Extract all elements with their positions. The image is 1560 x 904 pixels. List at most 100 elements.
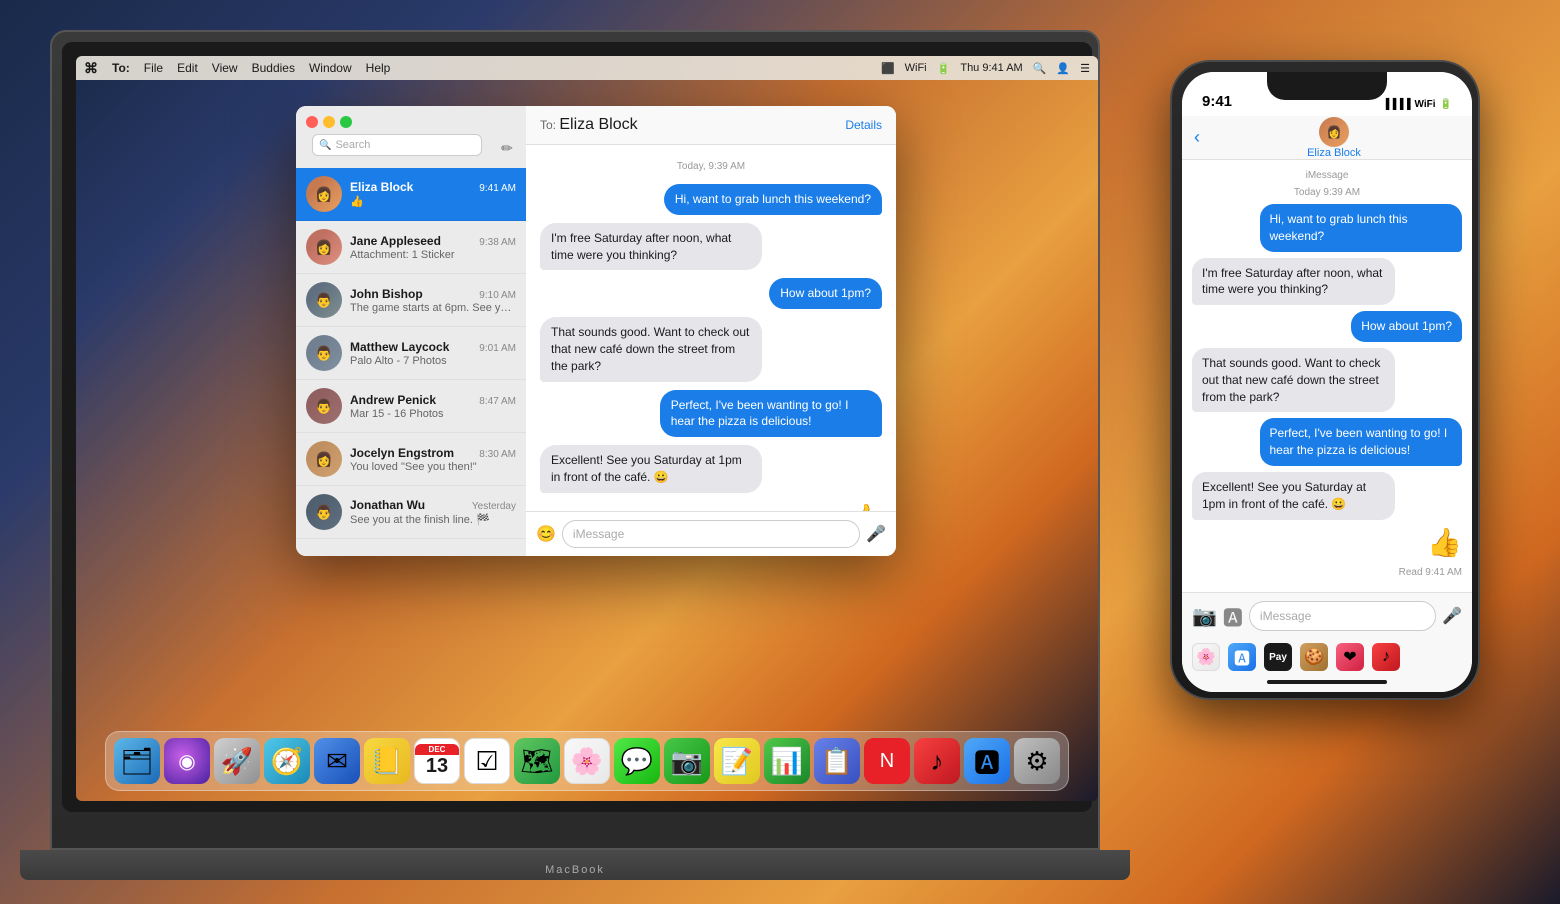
dock-system-preferences[interactable]: ⚙ (1014, 738, 1060, 784)
conv-info-jonathan: Jonathan Wu Yesterday See you at the fin… (350, 498, 516, 526)
iphone-service-label: iMessage (1192, 170, 1462, 181)
dock-news[interactable]: N (864, 738, 910, 784)
menu-bar-left: ⌘ To: File Edit View Buddies Window Help (84, 60, 390, 77)
iphone-back-button[interactable]: ‹ (1194, 127, 1200, 148)
conv-name-matthew: Matthew Laycock (350, 340, 449, 354)
iphone-thumbs-up: 👍 (1192, 526, 1462, 559)
conversation-item-jane[interactable]: 👩 Jane Appleseed 9:38 AM Attachment: 1 S… (296, 221, 526, 274)
avatar-andrew: 👨 (306, 388, 342, 424)
dock-siri[interactable]: ◉ (164, 738, 210, 784)
iphone-music-icon[interactable]: ♪ (1372, 643, 1400, 671)
iphone: 9:41 ▐▐▐▐ WiFi 🔋 ‹ 👩 Eliza Block iMessag… (1170, 60, 1480, 700)
iphone-body: 9:41 ▐▐▐▐ WiFi 🔋 ‹ 👩 Eliza Block iMessag… (1170, 60, 1480, 700)
message-input[interactable]: iMessage (562, 520, 860, 548)
iphone-message-input[interactable]: iMessage (1249, 601, 1436, 631)
iphone-appstore-row-icon[interactable]: 🅰 (1228, 643, 1256, 671)
conversation-item-matthew[interactable]: 👨 Matthew Laycock 9:01 AM Palo Alto - 7 … (296, 327, 526, 380)
iphone-home-indicator (1267, 680, 1387, 684)
details-button[interactable]: Details (845, 118, 882, 132)
iphone-bubble-out-1: Hi, want to grab lunch this weekend? (1260, 204, 1463, 252)
bubble-out-1: Hi, want to grab lunch this weekend? (664, 184, 882, 215)
iphone-input-row: 📷 🅰 iMessage 🎤 (1182, 593, 1472, 639)
emoji-button[interactable]: 😊 (536, 524, 556, 544)
conv-info-andrew: Andrew Penick 8:47 AM Mar 15 - 16 Photos (350, 393, 516, 420)
conv-info-jocelyn: Jocelyn Engstrom 8:30 AM You loved "See … (350, 446, 516, 473)
iphone-battery-icon: 🔋 (1440, 99, 1452, 110)
app-name-menu[interactable]: To: (112, 61, 130, 75)
dock-reminders[interactable]: ☑ (464, 738, 510, 784)
dock-messages[interactable]: 💬 (614, 738, 660, 784)
conv-preview-eliza: 👍 (350, 195, 516, 208)
chat-header: To: Eliza Block Details (526, 106, 896, 145)
dock-facetime[interactable]: 📷 (664, 738, 710, 784)
iphone-msg-4: That sounds good. Want to check out that… (1192, 348, 1462, 412)
conv-time-jocelyn: 8:30 AM (479, 449, 516, 460)
dock-safari[interactable]: 🧭 (264, 738, 310, 784)
dock-music[interactable]: ♪ (914, 738, 960, 784)
conv-preview-andrew: Mar 15 - 16 Photos (350, 408, 516, 420)
conversation-item-jocelyn[interactable]: 👩 Jocelyn Engstrom 8:30 AM You loved "Se… (296, 433, 526, 486)
iphone-camera-icon[interactable]: 📷 (1192, 604, 1217, 629)
iphone-bubble-out-5: Perfect, I've been wanting to go! I hear… (1260, 418, 1463, 466)
dock-photos[interactable]: 🌸 (564, 738, 610, 784)
iphone-read-receipt: Read 9:41 AM (1192, 567, 1462, 578)
macbook: ⌘ To: File Edit View Buddies Window Help… (50, 30, 1100, 880)
iphone-status-icons: ▐▐▐▐ WiFi 🔋 (1382, 99, 1452, 110)
conversation-item-john[interactable]: 👨 John Bishop 9:10 AM The game starts at… (296, 274, 526, 327)
search-menubar-icon[interactable]: 🔍 (1033, 62, 1047, 75)
iphone-appstore-icon[interactable]: 🅰 (1223, 602, 1243, 631)
help-menu[interactable]: Help (366, 61, 391, 75)
buddies-menu[interactable]: Buddies (252, 61, 295, 75)
edit-menu[interactable]: Edit (177, 61, 198, 75)
dock-mail[interactable]: ✉ (314, 738, 360, 784)
file-menu[interactable]: File (144, 61, 163, 75)
iphone-photos-app-icon[interactable]: 🌸 (1192, 643, 1220, 671)
view-menu[interactable]: View (212, 61, 238, 75)
conversation-item-jonathan[interactable]: 👨 Jonathan Wu Yesterday See you at the f… (296, 486, 526, 539)
iphone-contact-name[interactable]: Eliza Block (1307, 147, 1361, 159)
iphone-applepay-icon[interactable]: Pay (1264, 643, 1292, 671)
conv-time-matthew: 9:01 AM (479, 343, 516, 354)
iphone-chat-timestamp: Today 9:39 AM (1192, 187, 1462, 198)
wifi-icon: WiFi (905, 62, 927, 74)
iphone-mic-icon[interactable]: 🎤 (1442, 606, 1462, 626)
iphone-bubble-in-6: Excellent! See you Saturday at 1pm in fr… (1192, 472, 1395, 520)
conversation-item-eliza[interactable]: 👩 Eliza Block 9:41 AM 👍 (296, 168, 526, 221)
apple-menu[interactable]: ⌘ (84, 60, 98, 77)
iphone-cookie-icon[interactable]: 🍪 (1300, 643, 1328, 671)
conv-name-john: John Bishop (350, 287, 423, 301)
dock-launchpad[interactable]: 🚀 (214, 738, 260, 784)
dock-appstore[interactable]: 🅰 (964, 738, 1010, 784)
search-row: 🔍 Search ✏ (296, 134, 526, 168)
dock-calendar[interactable]: DEC 13 (414, 738, 460, 784)
user-icon[interactable]: 👤 (1056, 62, 1070, 75)
minimize-button[interactable] (323, 116, 335, 128)
iphone-msg-6: Excellent! See you Saturday at 1pm in fr… (1192, 472, 1462, 520)
compose-button[interactable]: ✏ (496, 137, 518, 159)
iphone-heart-icon[interactable]: ❤ (1336, 643, 1364, 671)
close-button[interactable] (306, 116, 318, 128)
chat-contact-name: Eliza Block (559, 116, 637, 133)
dock-keynote[interactable]: 📋 (814, 738, 860, 784)
window-menu[interactable]: Window (309, 61, 352, 75)
iphone-input-area: 📷 🅰 iMessage 🎤 🌸 🅰 Pay 🍪 ❤ ♪ (1182, 592, 1472, 692)
mic-button[interactable]: 🎤 (866, 524, 886, 544)
message-2: I'm free Saturday after noon, what time … (540, 223, 882, 271)
search-bar[interactable]: 🔍 Search (312, 134, 482, 156)
dock-maps[interactable]: 🗺 (514, 738, 560, 784)
dock-stickies[interactable]: 📝 (714, 738, 760, 784)
macbook-screen: ⌘ To: File Edit View Buddies Window Help… (76, 56, 1098, 801)
list-icon[interactable]: ☰ (1080, 62, 1090, 75)
conv-preview-matthew: Palo Alto - 7 Photos (350, 355, 516, 367)
dock-numbers[interactable]: 📊 (764, 738, 810, 784)
dock-finder[interactable]: 🗂 (114, 738, 160, 784)
conv-name-jocelyn: Jocelyn Engstrom (350, 446, 454, 460)
dock-notes[interactable]: 📒 (364, 738, 410, 784)
maximize-button[interactable] (340, 116, 352, 128)
chat-to-row: To: Eliza Block (540, 116, 638, 134)
sidebar-header (296, 106, 526, 134)
conv-time-eliza: 9:41 AM (479, 183, 516, 194)
iphone-msg-2: I'm free Saturday after noon, what time … (1192, 258, 1462, 306)
conversation-item-andrew[interactable]: 👨 Andrew Penick 8:47 AM Mar 15 - 16 Phot… (296, 380, 526, 433)
conv-name-jane: Jane Appleseed (350, 234, 441, 248)
